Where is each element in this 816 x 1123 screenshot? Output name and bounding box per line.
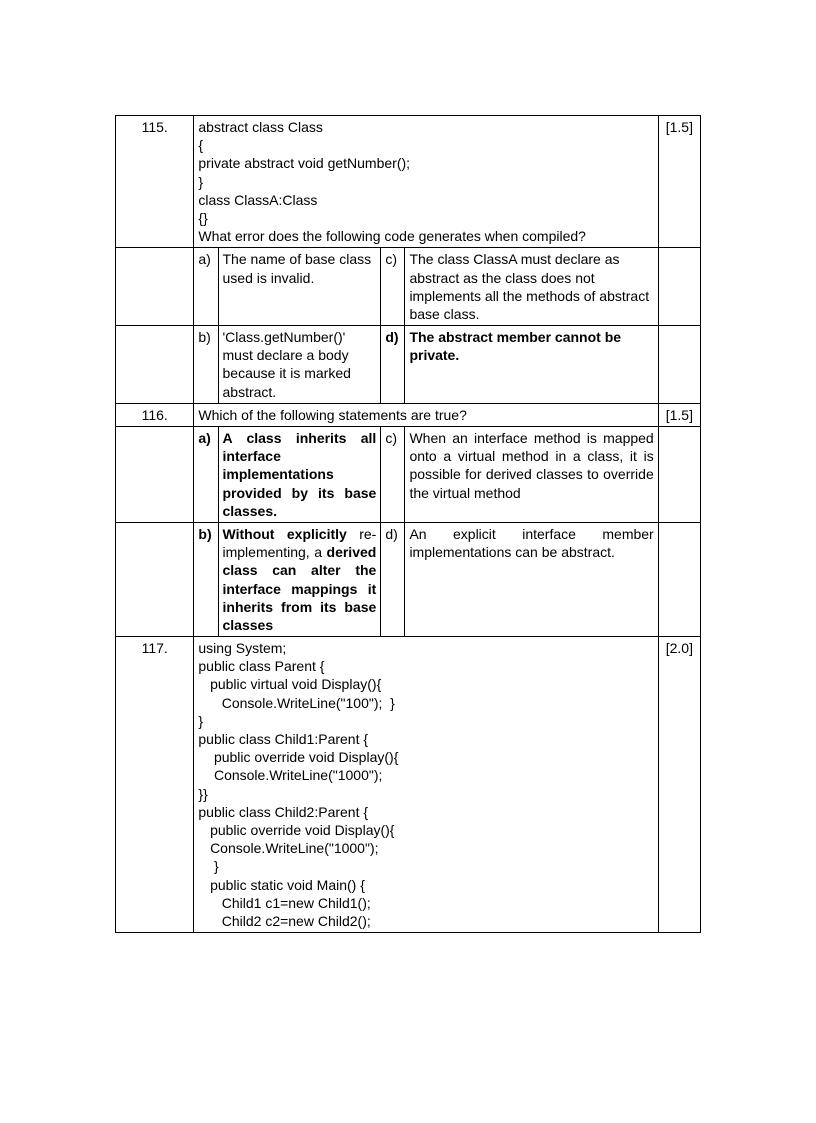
table-row: 116. Which of the following statements a… <box>116 403 701 426</box>
table-row: b) 'Class.getNumber()' must declare a bo… <box>116 326 701 404</box>
question-marks: [2.0] <box>658 637 700 933</box>
option-text: A class inherits all interface implement… <box>218 427 381 523</box>
question-marks: [1.5] <box>658 403 700 426</box>
option-text: When an interface method is mapped onto … <box>405 427 658 523</box>
table-row: a) A class inherits all interface implem… <box>116 427 701 523</box>
question-text: abstract class Class { private abstract … <box>194 116 658 248</box>
option-text: The name of base class used is invalid. <box>218 248 381 326</box>
question-text: using System; public class Parent { publ… <box>194 637 658 933</box>
question-number: 116. <box>116 403 194 426</box>
question-number: 117. <box>116 637 194 933</box>
question-marks: [1.5] <box>658 116 700 248</box>
option-label: d) <box>381 326 405 404</box>
option-label: c) <box>381 427 405 523</box>
option-text: 'Class.getNumber()' must declare a body … <box>218 326 381 404</box>
option-text: An explicit interface member implementat… <box>405 522 658 636</box>
table-row: a) The name of base class used is invali… <box>116 248 701 326</box>
table-row: b) Without explicitly re-implementing, a… <box>116 522 701 636</box>
option-text-part: Without explicitly <box>223 526 347 542</box>
option-text: The abstract member cannot be private. <box>405 326 658 404</box>
option-label: c) <box>381 248 405 326</box>
option-label: d) <box>381 522 405 636</box>
option-label: b) <box>194 326 218 404</box>
option-label: a) <box>194 248 218 326</box>
question-number: 115. <box>116 116 194 248</box>
table-row: 115. abstract class Class { private abst… <box>116 116 701 248</box>
option-label: a) <box>194 427 218 523</box>
table-row: 117. using System; public class Parent {… <box>116 637 701 933</box>
option-text: The class ClassA must declare as abstrac… <box>405 248 658 326</box>
option-text: Without explicitly re-implementing, a de… <box>218 522 381 636</box>
question-text: Which of the following statements are tr… <box>194 403 658 426</box>
option-label: b) <box>194 522 218 636</box>
question-table: 115. abstract class Class { private abst… <box>115 115 701 933</box>
